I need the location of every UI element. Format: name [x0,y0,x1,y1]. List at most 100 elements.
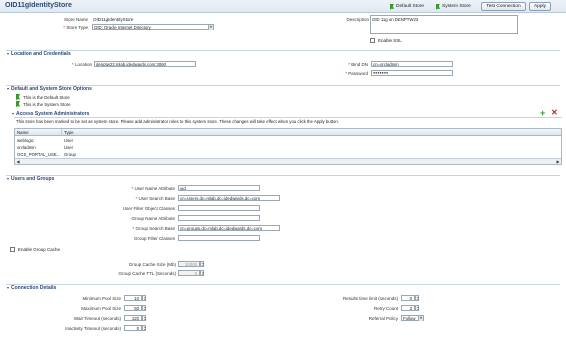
admins-info-text: This store has been marked to be set as … [16,119,339,124]
flag-icon [436,3,440,10]
default-store-flag-icon [16,94,20,100]
group-filter-label: Group Filter Classes [133,236,175,241]
scroll-left-icon[interactable]: ◀ [15,159,21,164]
location-section-header[interactable]: Location and Credentials [7,51,71,57]
default-store-label: Default Store [396,4,424,9]
users-groups-section-header[interactable]: Users and Groups [7,176,54,182]
chevron-down-icon: ▼ [418,316,423,321]
connection-section-title: Connection Details [11,285,57,291]
retry-count-input[interactable]: 3 [401,305,415,311]
collapse-icon [12,113,14,115]
section-divider [14,117,562,118]
table-cell-name[interactable]: OCS_PORTAL_USE... [17,152,60,157]
page-title: OID11gIdentityStore [5,2,72,9]
user-search-base-label: * User Search Base [135,196,175,201]
wait-timeout-label: Wait Timeout (seconds) [73,316,121,321]
table-cell-type: User [64,138,74,143]
group-name-attr-input[interactable] [178,215,260,221]
users-groups-section-title: Users and Groups [11,176,55,182]
results-time-limit-input[interactable]: 0 [401,295,415,301]
delete-icon[interactable]: ✕ [551,109,558,117]
store-type-label: * Store Type [63,25,88,30]
user-filter-label: User Filter Object Classes [122,206,175,211]
group-search-base-input[interactable]: cn=groups,dc=mlab,dc=jdedwards,dc=com [178,225,280,231]
enable-ssl-label: Enable SSL [378,38,402,43]
referral-policy-value: Follow [403,316,416,321]
max-pool-input[interactable]: 50 [124,305,142,311]
group-name-attr-label: Group Name Attribute [131,216,175,221]
connection-section-header[interactable]: Connection Details [7,285,56,291]
store-type-value: OID: Oracle Internet Directory [94,25,151,30]
user-search-base-input[interactable]: cn=Users,dc=mlab,dc=jdedwards,dc=com [178,195,280,201]
system-store-label: System Store [442,4,471,9]
table-cell-type: User [64,145,74,150]
store-type-select[interactable]: OID: Oracle Internet Directory ▼ [92,24,214,30]
description-textarea[interactable]: OID 11g on DENPTW23 [370,15,518,34]
system-store-button[interactable]: System Store [436,2,471,11]
section-divider [6,175,560,176]
table-cell-type: Group [64,152,76,157]
add-icon[interactable]: + [540,109,545,118]
horizontal-scrollbar[interactable]: ◀ ▶ [15,158,561,164]
max-pool-stepper[interactable] [142,305,146,311]
group-cache-ttl-label: Group Cache TTL (Seconds) [118,271,176,276]
password-input[interactable]: ●●●●●●● [371,70,453,76]
enable-group-cache-checkbox[interactable] [10,247,15,252]
column-header-type[interactable]: Type [62,129,561,136]
wait-timeout-stepper[interactable] [142,315,146,321]
location-section-title: Location and Credentials [11,51,71,57]
group-cache-size-input[interactable]: 10000 [178,261,200,267]
section-divider [6,284,560,285]
location-label: * Location [71,62,92,67]
group-filter-input[interactable] [178,235,260,241]
section-divider [6,50,560,51]
scroll-right-icon[interactable]: ▶ [555,159,561,164]
title-bar: OID11gIdentityStore Default Store System… [0,0,566,13]
collapse-icon [7,88,9,90]
results-time-limit-stepper[interactable] [415,295,419,301]
store-name-label: Store Name [63,17,88,22]
retry-count-label: Retry Count [373,306,398,311]
table-cell-name[interactable]: weblogic [17,138,34,143]
group-cache-size-stepper[interactable] [200,261,204,267]
admins-table: Name Type weblogic User orcladmin User O… [14,128,562,165]
description-label: Description [346,17,369,22]
group-cache-ttl-stepper[interactable] [200,270,204,276]
user-name-attr-label: * User Name Attribute [131,186,175,191]
store-options-section-header[interactable]: Default and System Store Options [7,86,92,92]
default-store-note: This is the Default Store [23,95,70,100]
min-pool-input[interactable]: 10 [124,295,142,301]
enable-ssl-checkbox[interactable] [370,38,375,43]
min-pool-label: Minimum Pool Size [82,296,121,301]
inactivity-timeout-input[interactable]: 0 [124,325,142,331]
user-name-attr-input[interactable]: uid [178,185,260,191]
group-cache-ttl-input[interactable]: 0 [178,270,200,276]
system-store-note: This is the System Store [23,102,71,107]
wait-timeout-input[interactable]: 120 [124,315,142,321]
test-connection-button[interactable]: Test Connection [481,2,526,11]
collapse-icon [7,53,9,55]
store-name-value: OID11gIdentityStore [93,17,134,22]
bind-dn-input[interactable]: cn=orcladmin [371,61,453,67]
user-filter-input[interactable] [178,205,260,211]
collapse-icon [7,178,9,180]
apply-button[interactable]: Apply [529,2,551,11]
table-cell-name[interactable]: orcladmin [17,145,36,150]
enable-group-cache-label: Enable Group Cache [18,247,61,252]
location-input[interactable]: denptw23.mlab.jdedwards.com:3060 [94,61,196,67]
group-search-base-label: * Group Search Base [132,226,175,231]
retry-count-stepper[interactable] [415,305,419,311]
min-pool-stepper[interactable] [142,295,146,301]
group-cache-size-label: Group Cache Size (Mb) [128,262,176,267]
default-store-button[interactable]: Default Store [390,2,424,11]
referral-policy-label: Referral Policy [368,316,398,321]
results-time-limit-label: Results time limit (seconds) [342,296,398,301]
collapse-icon [7,287,9,289]
password-label: * Password [345,71,368,76]
store-options-section-title: Default and System Store Options [11,86,92,92]
inactivity-timeout-stepper[interactable] [142,325,146,331]
flag-icon [390,3,394,10]
column-header-name[interactable]: Name [15,129,62,136]
system-store-flag-icon [16,101,20,107]
referral-policy-select[interactable]: Follow ▼ [401,315,424,321]
